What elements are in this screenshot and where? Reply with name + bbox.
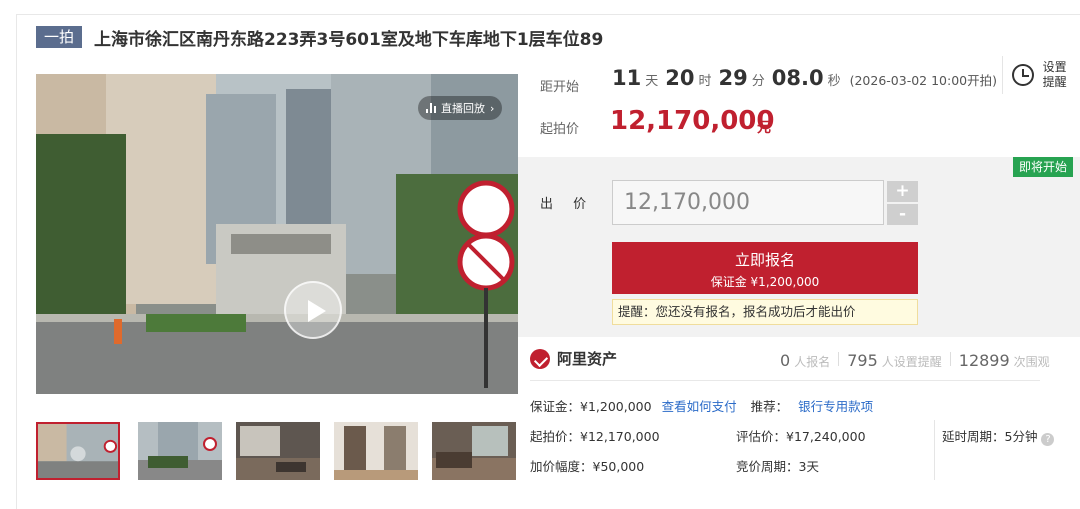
thumbnail-1[interactable] bbox=[36, 422, 120, 480]
signup-label: 立即报名 bbox=[734, 251, 795, 269]
countdown-seconds-unit: 秒 bbox=[827, 74, 841, 89]
start-price-value: 12,170,000 bbox=[610, 106, 775, 136]
deposit-info: 保证金：¥1,200,000 查看如何支付 推荐： 银行专用款项 bbox=[530, 396, 873, 415]
divider bbox=[949, 352, 951, 366]
signup-deposit: 保证金 ¥1,200,000 bbox=[710, 275, 820, 289]
set-reminder-button[interactable]: 设置 提醒 bbox=[1002, 56, 1072, 94]
photo-scene bbox=[36, 74, 518, 394]
countdown-minutes: 29 bbox=[718, 66, 748, 90]
platform-brand[interactable]: 阿里资产 bbox=[530, 348, 617, 369]
auction-round-tag: 一拍 bbox=[36, 26, 83, 48]
countdown-hours-unit: 时 bbox=[698, 74, 712, 89]
thumbnail-image bbox=[432, 422, 516, 480]
reminder-label-line2: 提醒 bbox=[1042, 75, 1067, 89]
page-title: 上海市徐汇区南丹东路223弄3号601室及地下车库地下1层车位89 bbox=[94, 29, 604, 50]
recommend-label: 推荐： bbox=[750, 399, 789, 414]
countdown: 11 天 20 时 29 分 08.0 秒 (2026-03-02 10:00开… bbox=[612, 66, 997, 90]
replay-label: 直播回放 bbox=[441, 102, 485, 115]
divider bbox=[838, 352, 840, 366]
thumbnail-image bbox=[236, 422, 320, 480]
thumbnail-5[interactable] bbox=[432, 422, 516, 480]
start-time: (2026-03-02 10:00开拍) bbox=[849, 73, 997, 88]
stat-signups-value: 0 bbox=[780, 351, 791, 370]
platform-name: 阿里资产 bbox=[557, 350, 618, 368]
countdown-hours: 20 bbox=[665, 66, 695, 90]
bank-payment-link[interactable]: 银行专用款项 bbox=[798, 399, 873, 414]
stat-views-value: 12899 bbox=[958, 351, 1010, 370]
chevron-right-icon: › bbox=[490, 101, 495, 115]
countdown-label: 距开始 bbox=[540, 80, 580, 95]
help-icon[interactable]: ? bbox=[1041, 433, 1055, 446]
start-price-detail: 起拍价：¥12,170,000 bbox=[530, 429, 660, 444]
signup-tip: 提醒：您还没有报名，报名成功后才能出价 bbox=[612, 299, 918, 325]
delay-period-text: 延时周期：5分钟 bbox=[942, 429, 1038, 444]
thumbnail-image bbox=[38, 424, 118, 478]
bid-label: 出 价 bbox=[540, 197, 595, 212]
countdown-days: 11 bbox=[612, 66, 642, 90]
deposit-text: 保证金：¥1,200,000 bbox=[530, 399, 652, 414]
live-replay-button[interactable]: 直播回放 › bbox=[418, 96, 503, 120]
how-to-pay-link[interactable]: 查看如何支付 bbox=[662, 399, 737, 414]
delay-period-detail: 延时周期：5分钟? bbox=[942, 426, 1055, 446]
thumbnail-image bbox=[138, 422, 222, 480]
main-photo[interactable] bbox=[36, 74, 518, 394]
reminder-label: 设置 提醒 bbox=[1043, 60, 1072, 90]
reminder-label-line1: 设置 bbox=[1042, 60, 1067, 74]
bid-period-detail: 竞价周期：3天 bbox=[736, 459, 819, 474]
thumbnail-3[interactable] bbox=[236, 422, 320, 480]
countdown-days-unit: 天 bbox=[645, 74, 659, 89]
stat-reminders-label: 人设置提醒 bbox=[881, 355, 942, 369]
ali-assets-logo-icon bbox=[530, 348, 550, 369]
start-price-label: 起拍价 bbox=[540, 122, 580, 137]
status-badge: 即将开始 bbox=[1013, 157, 1074, 177]
divider bbox=[934, 420, 935, 480]
decrease-bid-button[interactable]: - bbox=[887, 204, 918, 225]
stat-reminders-value: 795 bbox=[847, 351, 878, 370]
countdown-seconds: 08.0 bbox=[771, 66, 824, 90]
bar-chart-icon bbox=[426, 103, 436, 113]
bid-amount-input[interactable]: 12,170,000 bbox=[612, 180, 884, 225]
signup-button[interactable]: 立即报名 保证金 ¥1,200,000 bbox=[612, 242, 918, 294]
increment-detail: 加价幅度：¥50,000 bbox=[530, 459, 645, 474]
alarm-clock-icon bbox=[1012, 64, 1034, 86]
start-price-unit: 元 bbox=[757, 120, 771, 136]
valuation-detail: 评估价：¥17,240,000 bbox=[736, 429, 866, 444]
increase-bid-button[interactable]: + bbox=[887, 181, 918, 202]
divider bbox=[530, 380, 1040, 381]
auction-stats: 0 人报名 795 人设置提醒 12899 次围观 bbox=[780, 351, 1050, 370]
thumbnail-image bbox=[334, 422, 418, 480]
countdown-minutes-unit: 分 bbox=[751, 74, 765, 89]
play-video-button[interactable] bbox=[284, 281, 342, 339]
title-row: 一拍 上海市徐汇区南丹东路223弄3号601室及地下车库地下1层车位89 bbox=[36, 25, 604, 50]
thumbnail-4[interactable] bbox=[334, 422, 418, 480]
stat-signups-label: 人报名 bbox=[794, 355, 831, 369]
stat-views-label: 次围观 bbox=[1013, 355, 1050, 369]
thumbnail-2[interactable] bbox=[138, 422, 222, 480]
